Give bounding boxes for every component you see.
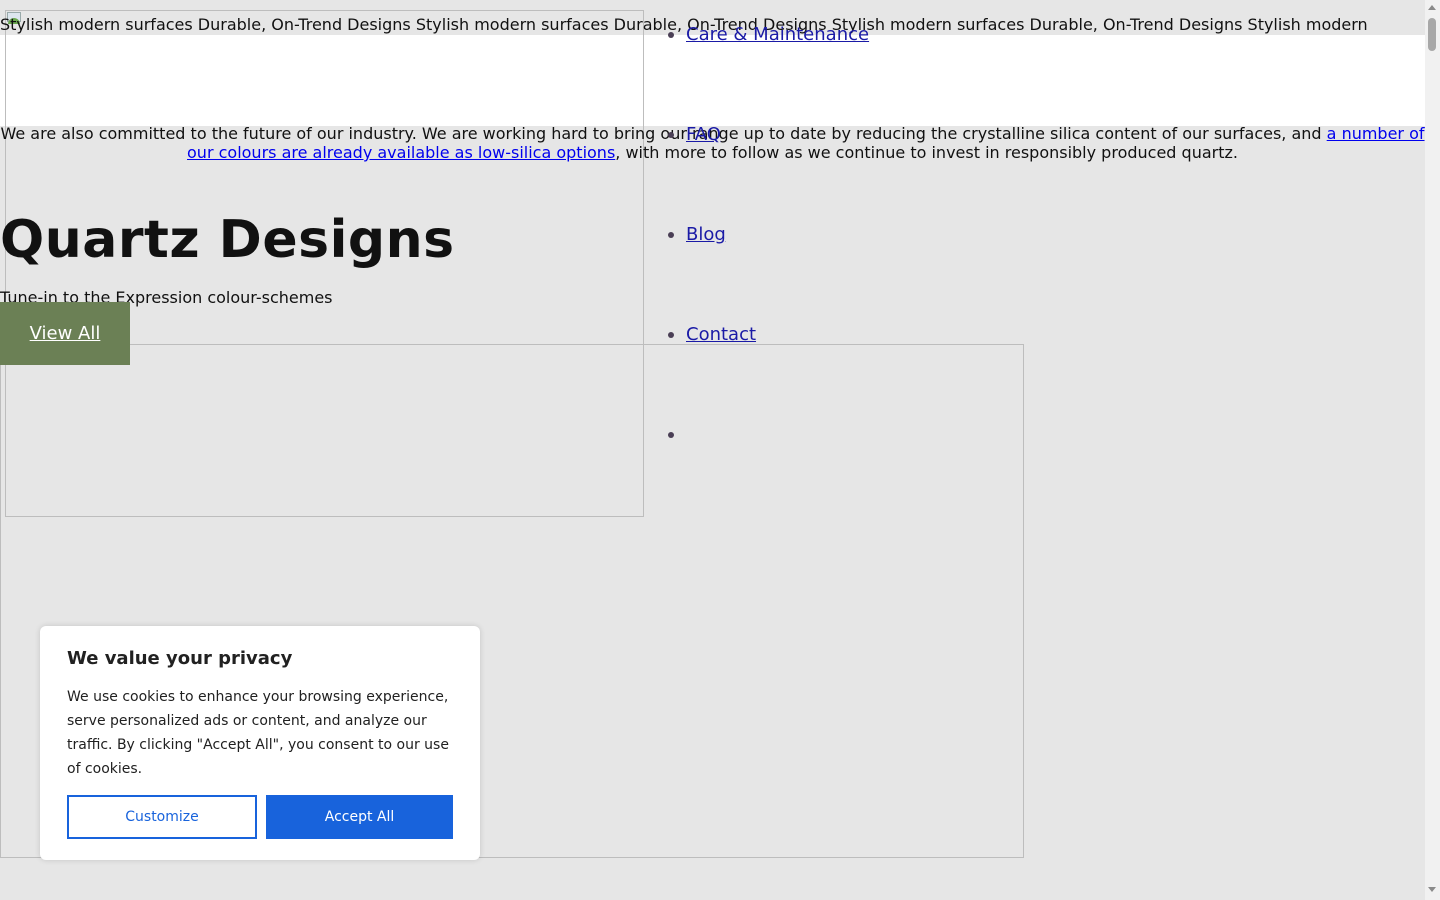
nav-link-blog[interactable]: Blog bbox=[686, 224, 726, 245]
scroll-down-icon[interactable] bbox=[1428, 887, 1436, 892]
cookie-consent-banner: We value your privacy We use cookies to … bbox=[40, 626, 480, 860]
page: Stylish modern surfaces Durable, On-Tren… bbox=[0, 0, 1425, 900]
cookie-body: We use cookies to enhance your browsing … bbox=[67, 689, 449, 777]
scroll-up-icon[interactable] bbox=[1428, 5, 1436, 10]
nav-item-faq: FAQ bbox=[664, 124, 869, 224]
nav-item-contact: Contact bbox=[664, 324, 869, 424]
cookie-buttons: Customize Accept All bbox=[67, 795, 453, 839]
view-all-button[interactable]: View All bbox=[0, 302, 130, 365]
nav-link-contact[interactable]: Contact bbox=[686, 324, 756, 345]
hero-title: Quartz Designs bbox=[0, 210, 455, 270]
nav-link-faq[interactable]: FAQ bbox=[686, 124, 721, 145]
accept-all-button[interactable]: Accept All bbox=[266, 795, 453, 839]
cookie-title: We value your privacy bbox=[67, 648, 293, 669]
nav-item-care: Care & Maintenance bbox=[664, 24, 869, 124]
nav-item-empty bbox=[664, 424, 869, 524]
nav-link-care[interactable]: Care & Maintenance bbox=[686, 24, 869, 45]
customize-button[interactable]: Customize bbox=[67, 795, 257, 839]
vertical-scrollbar[interactable] bbox=[1425, 0, 1440, 900]
nav-item-blog: Blog bbox=[664, 224, 869, 324]
scroll-thumb[interactable] bbox=[1428, 18, 1436, 51]
nav-menu: Care & Maintenance FAQ Blog Contact bbox=[664, 24, 869, 524]
